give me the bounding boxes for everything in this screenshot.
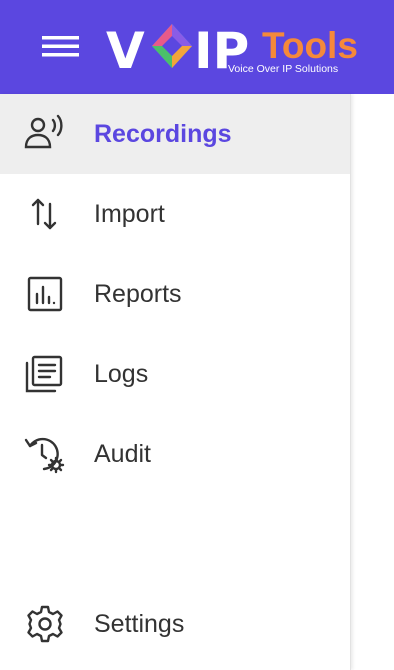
sidebar-item-label: Recordings bbox=[94, 120, 232, 148]
app-header: V IP Tools Voice Over IP Solutions bbox=[0, 0, 394, 94]
sidebar-item-audit[interactable]: Audit bbox=[0, 414, 350, 494]
hamburger-menu-icon bbox=[42, 36, 79, 57]
sidebar-item-label: Audit bbox=[94, 440, 151, 468]
sidebar-item-label: Settings bbox=[94, 610, 185, 638]
sidebar-item-recordings[interactable]: Recordings bbox=[0, 94, 350, 174]
logo-tagline: Voice Over IP Solutions bbox=[228, 63, 338, 75]
sidebar-item-label: Logs bbox=[94, 360, 149, 388]
import-icon bbox=[22, 194, 68, 234]
sidebar-item-settings[interactable]: Settings bbox=[0, 584, 350, 664]
voiptools-logo[interactable]: V IP Tools Voice Over IP Solutions bbox=[104, 14, 394, 80]
recordings-icon bbox=[22, 114, 68, 154]
logs-icon bbox=[22, 354, 68, 394]
svg-text:V: V bbox=[106, 22, 145, 80]
sidebar-nav: Recordings Import Reports Logs Audit Set… bbox=[0, 94, 351, 670]
logo-diamond-icon bbox=[152, 24, 192, 68]
reports-icon bbox=[22, 274, 68, 314]
logo-tools-text: Tools bbox=[262, 25, 358, 66]
sidebar-item-reports[interactable]: Reports bbox=[0, 254, 350, 334]
sidebar-item-label: Import bbox=[94, 200, 165, 228]
sidebar-item-import[interactable]: Import bbox=[0, 174, 350, 254]
audit-icon bbox=[22, 434, 68, 474]
settings-icon bbox=[22, 604, 68, 644]
menu-button[interactable] bbox=[36, 27, 88, 65]
sidebar-item-logs[interactable]: Logs bbox=[0, 334, 350, 414]
sidebar-item-label: Reports bbox=[94, 280, 182, 308]
